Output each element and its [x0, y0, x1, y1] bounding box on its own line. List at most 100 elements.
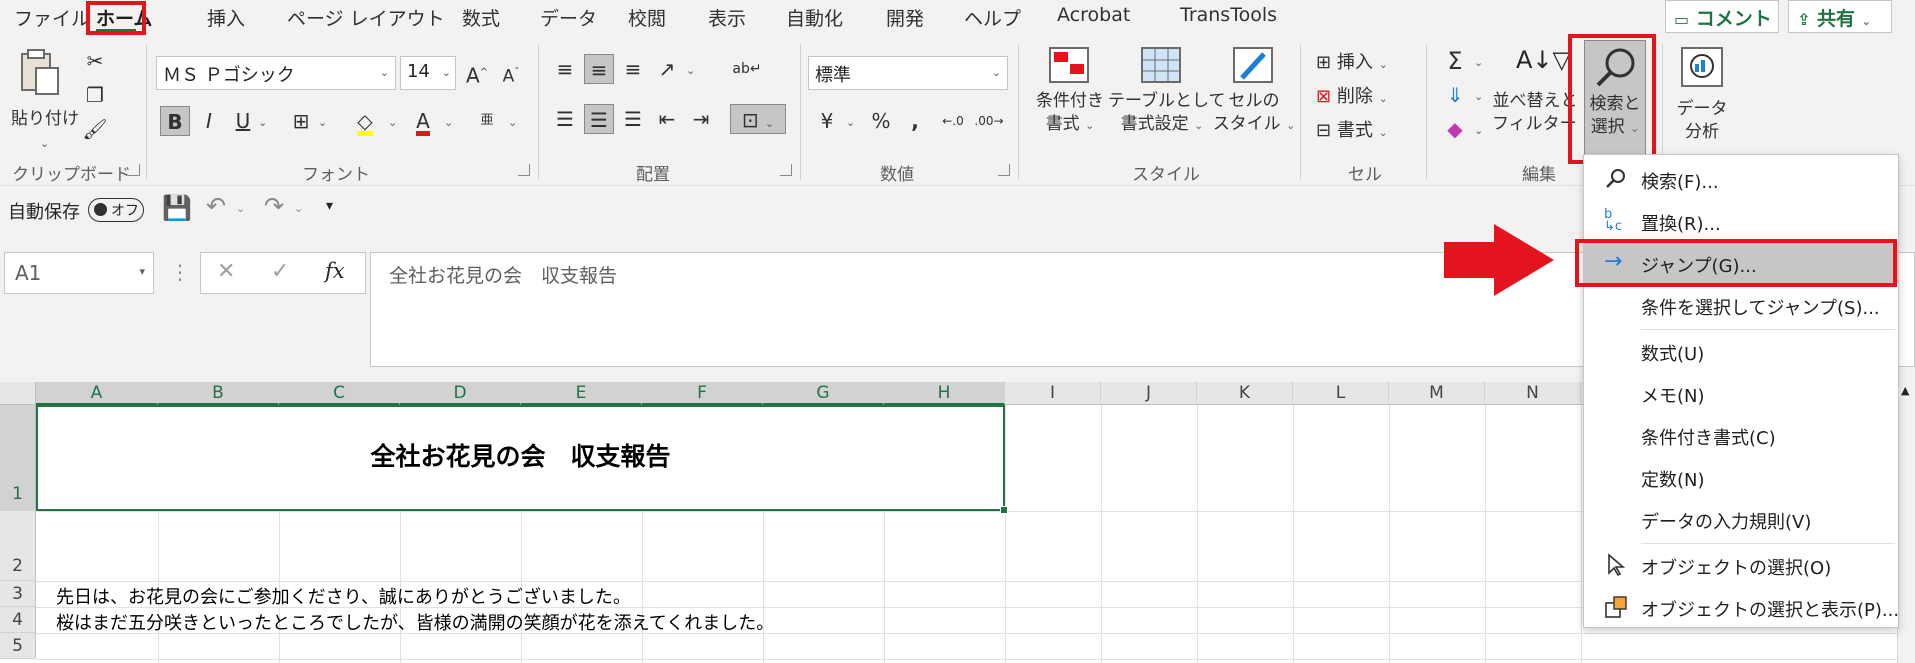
tab-automate[interactable]: 自動化: [786, 4, 843, 31]
clear-icon[interactable]: ◆: [1440, 114, 1470, 144]
column-header[interactable]: G: [763, 382, 884, 405]
tab-review[interactable]: 校閲: [628, 4, 666, 31]
row-header[interactable]: 3: [0, 581, 36, 607]
menu-item-replace[interactable]: b ↳c 置換(R)...: [1584, 201, 1898, 241]
scroll-up-icon[interactable]: ▲: [1901, 384, 1909, 397]
undo-icon[interactable]: ↶: [206, 192, 226, 220]
insert-function-icon[interactable]: fx: [325, 259, 345, 283]
font-name-select[interactable]: ＭＳ Ｐゴシック ⌄: [156, 56, 396, 90]
merge-center-icon[interactable]: ⊡ ⌄: [730, 104, 786, 134]
column-header[interactable]: E: [521, 382, 642, 405]
shrink-font-button[interactable]: Aˇ: [496, 58, 526, 88]
tab-data[interactable]: データ: [540, 4, 597, 31]
column-header[interactable]: B: [158, 382, 279, 405]
tab-insert[interactable]: 挿入: [207, 4, 245, 31]
row-header[interactable]: 5: [0, 633, 36, 659]
italic-button[interactable]: I: [194, 106, 224, 136]
menu-item-constants[interactable]: 定数(N): [1584, 457, 1898, 497]
tab-file[interactable]: ファイル: [14, 4, 90, 31]
chevron-down-icon[interactable]: ⌄: [236, 202, 245, 215]
redo-icon[interactable]: ↷: [264, 192, 284, 220]
comment-button[interactable]: ▭ コメント: [1665, 0, 1779, 33]
cut-icon[interactable]: ✂: [80, 46, 110, 76]
align-top-icon[interactable]: ≡: [550, 54, 580, 84]
data-analysis-button[interactable]: データ 分析: [1670, 46, 1734, 156]
menu-item-find[interactable]: 検索(F)...: [1584, 159, 1898, 199]
align-launcher-icon[interactable]: [780, 164, 792, 176]
tab-developer[interactable]: 開発: [886, 4, 924, 31]
vertical-scrollbar[interactable]: ▲: [1897, 382, 1915, 663]
fill-handle[interactable]: [1000, 506, 1008, 514]
chevron-down-icon[interactable]: ⌄: [294, 202, 303, 215]
menu-item-selection-pane[interactable]: オブジェクトの選択と表示(P)...: [1584, 587, 1899, 627]
row-header[interactable]: 2: [0, 511, 36, 581]
cancel-icon[interactable]: ✕: [217, 259, 235, 284]
format-cells-button[interactable]: ⊟ 書式 ⌄: [1316, 116, 1388, 142]
column-header[interactable]: M: [1389, 382, 1485, 405]
merged-title-cell[interactable]: 全社お花見の会 収支報告: [36, 405, 1005, 511]
customize-qat-icon[interactable]: ▾: [326, 198, 333, 214]
percent-icon[interactable]: %: [866, 106, 896, 136]
column-header[interactable]: J: [1101, 382, 1197, 405]
font-color-icon[interactable]: A: [408, 106, 438, 136]
tab-transtools[interactable]: TransTools: [1180, 4, 1277, 26]
column-header[interactable]: H: [884, 382, 1005, 405]
align-left-icon[interactable]: ☰: [550, 104, 580, 134]
currency-icon[interactable]: ¥: [812, 106, 842, 136]
autosave-toggle[interactable]: オフ: [88, 198, 144, 222]
font-launcher-icon[interactable]: [518, 164, 530, 176]
column-header[interactable]: N: [1485, 382, 1581, 405]
column-header[interactable]: A: [36, 382, 158, 405]
decrease-decimal-icon[interactable]: .00→: [974, 106, 1004, 136]
row-header[interactable]: 1: [0, 405, 36, 511]
tab-page-layout[interactable]: ページ レイアウト: [287, 4, 445, 31]
cell-a3[interactable]: 先日は、お花見の会にご参加くださり、誠にありがとうございました。: [56, 583, 631, 609]
wrap-text-icon[interactable]: ab↵: [732, 54, 762, 84]
orientation-icon[interactable]: ↗: [652, 54, 682, 84]
enter-icon[interactable]: ✓: [271, 259, 289, 284]
column-header[interactable]: D: [400, 382, 521, 405]
decrease-indent-icon[interactable]: ⇤: [652, 104, 682, 134]
menu-item-conditional-format[interactable]: 条件付き書式(C): [1584, 415, 1898, 455]
format-painter-icon[interactable]: 🖌: [80, 114, 110, 144]
autosum-icon[interactable]: Σ: [1440, 46, 1470, 76]
align-bottom-icon[interactable]: ≡: [618, 54, 648, 84]
align-center-icon[interactable]: ☰: [584, 104, 614, 134]
column-header[interactable]: K: [1197, 382, 1293, 405]
tab-help[interactable]: ヘルプ: [964, 4, 1021, 31]
row-header[interactable]: 4: [0, 607, 36, 633]
delete-cells-button[interactable]: ⊠ 削除 ⌄: [1316, 82, 1388, 108]
cell-a4[interactable]: 桜はまだ五分咲きといったところでしたが、皆様の満開の笑顔が花を添えてくれました。: [56, 609, 774, 635]
number-launcher-icon[interactable]: [998, 164, 1010, 176]
cell-styles-button[interactable]: セルの スタイル ⌄: [1212, 46, 1295, 156]
underline-button[interactable]: U: [228, 106, 258, 136]
menu-item-select-objects[interactable]: オブジェクトの選択(O): [1584, 545, 1898, 585]
comma-style-icon[interactable]: ,: [900, 106, 930, 136]
grow-font-button[interactable]: A^: [462, 58, 492, 88]
tab-formulas[interactable]: 数式: [462, 4, 500, 31]
column-header[interactable]: C: [279, 382, 400, 405]
menu-item-data-validation[interactable]: データの入力規則(V): [1584, 499, 1898, 539]
menu-item-goto-special[interactable]: 条件を選択してジャンプ(S)...: [1584, 285, 1898, 325]
tab-view[interactable]: 表示: [708, 4, 746, 31]
sort-filter-button[interactable]: A↓▽ 並べ替えと フィルター ⌄: [1492, 46, 1591, 156]
fill-color-icon[interactable]: ◇: [350, 106, 380, 136]
tab-acrobat[interactable]: Acrobat: [1057, 4, 1130, 26]
font-size-select[interactable]: 14 ⌄: [400, 56, 456, 90]
insert-cells-button[interactable]: ⊞ 挿入 ⌄: [1316, 48, 1388, 74]
increase-decimal-icon[interactable]: ←.0: [938, 106, 968, 136]
border-icon[interactable]: ⊞: [286, 106, 316, 136]
name-box[interactable]: A1 ▾: [4, 252, 154, 294]
align-right-icon[interactable]: ☰: [618, 104, 648, 134]
fill-icon[interactable]: ⇓: [1440, 80, 1470, 110]
increase-indent-icon[interactable]: ⇥: [686, 104, 716, 134]
select-all-corner[interactable]: [0, 382, 36, 405]
align-middle-icon[interactable]: ≡: [584, 54, 614, 84]
number-format-select[interactable]: 標準 ⌄: [808, 56, 1008, 90]
menu-item-notes[interactable]: メモ(N): [1584, 373, 1898, 413]
column-header[interactable]: L: [1293, 382, 1389, 405]
column-header[interactable]: F: [642, 382, 763, 405]
clipboard-launcher-icon[interactable]: [128, 164, 140, 176]
save-icon[interactable]: 💾: [162, 194, 192, 222]
furigana-button[interactable]: 亜: [472, 106, 502, 136]
